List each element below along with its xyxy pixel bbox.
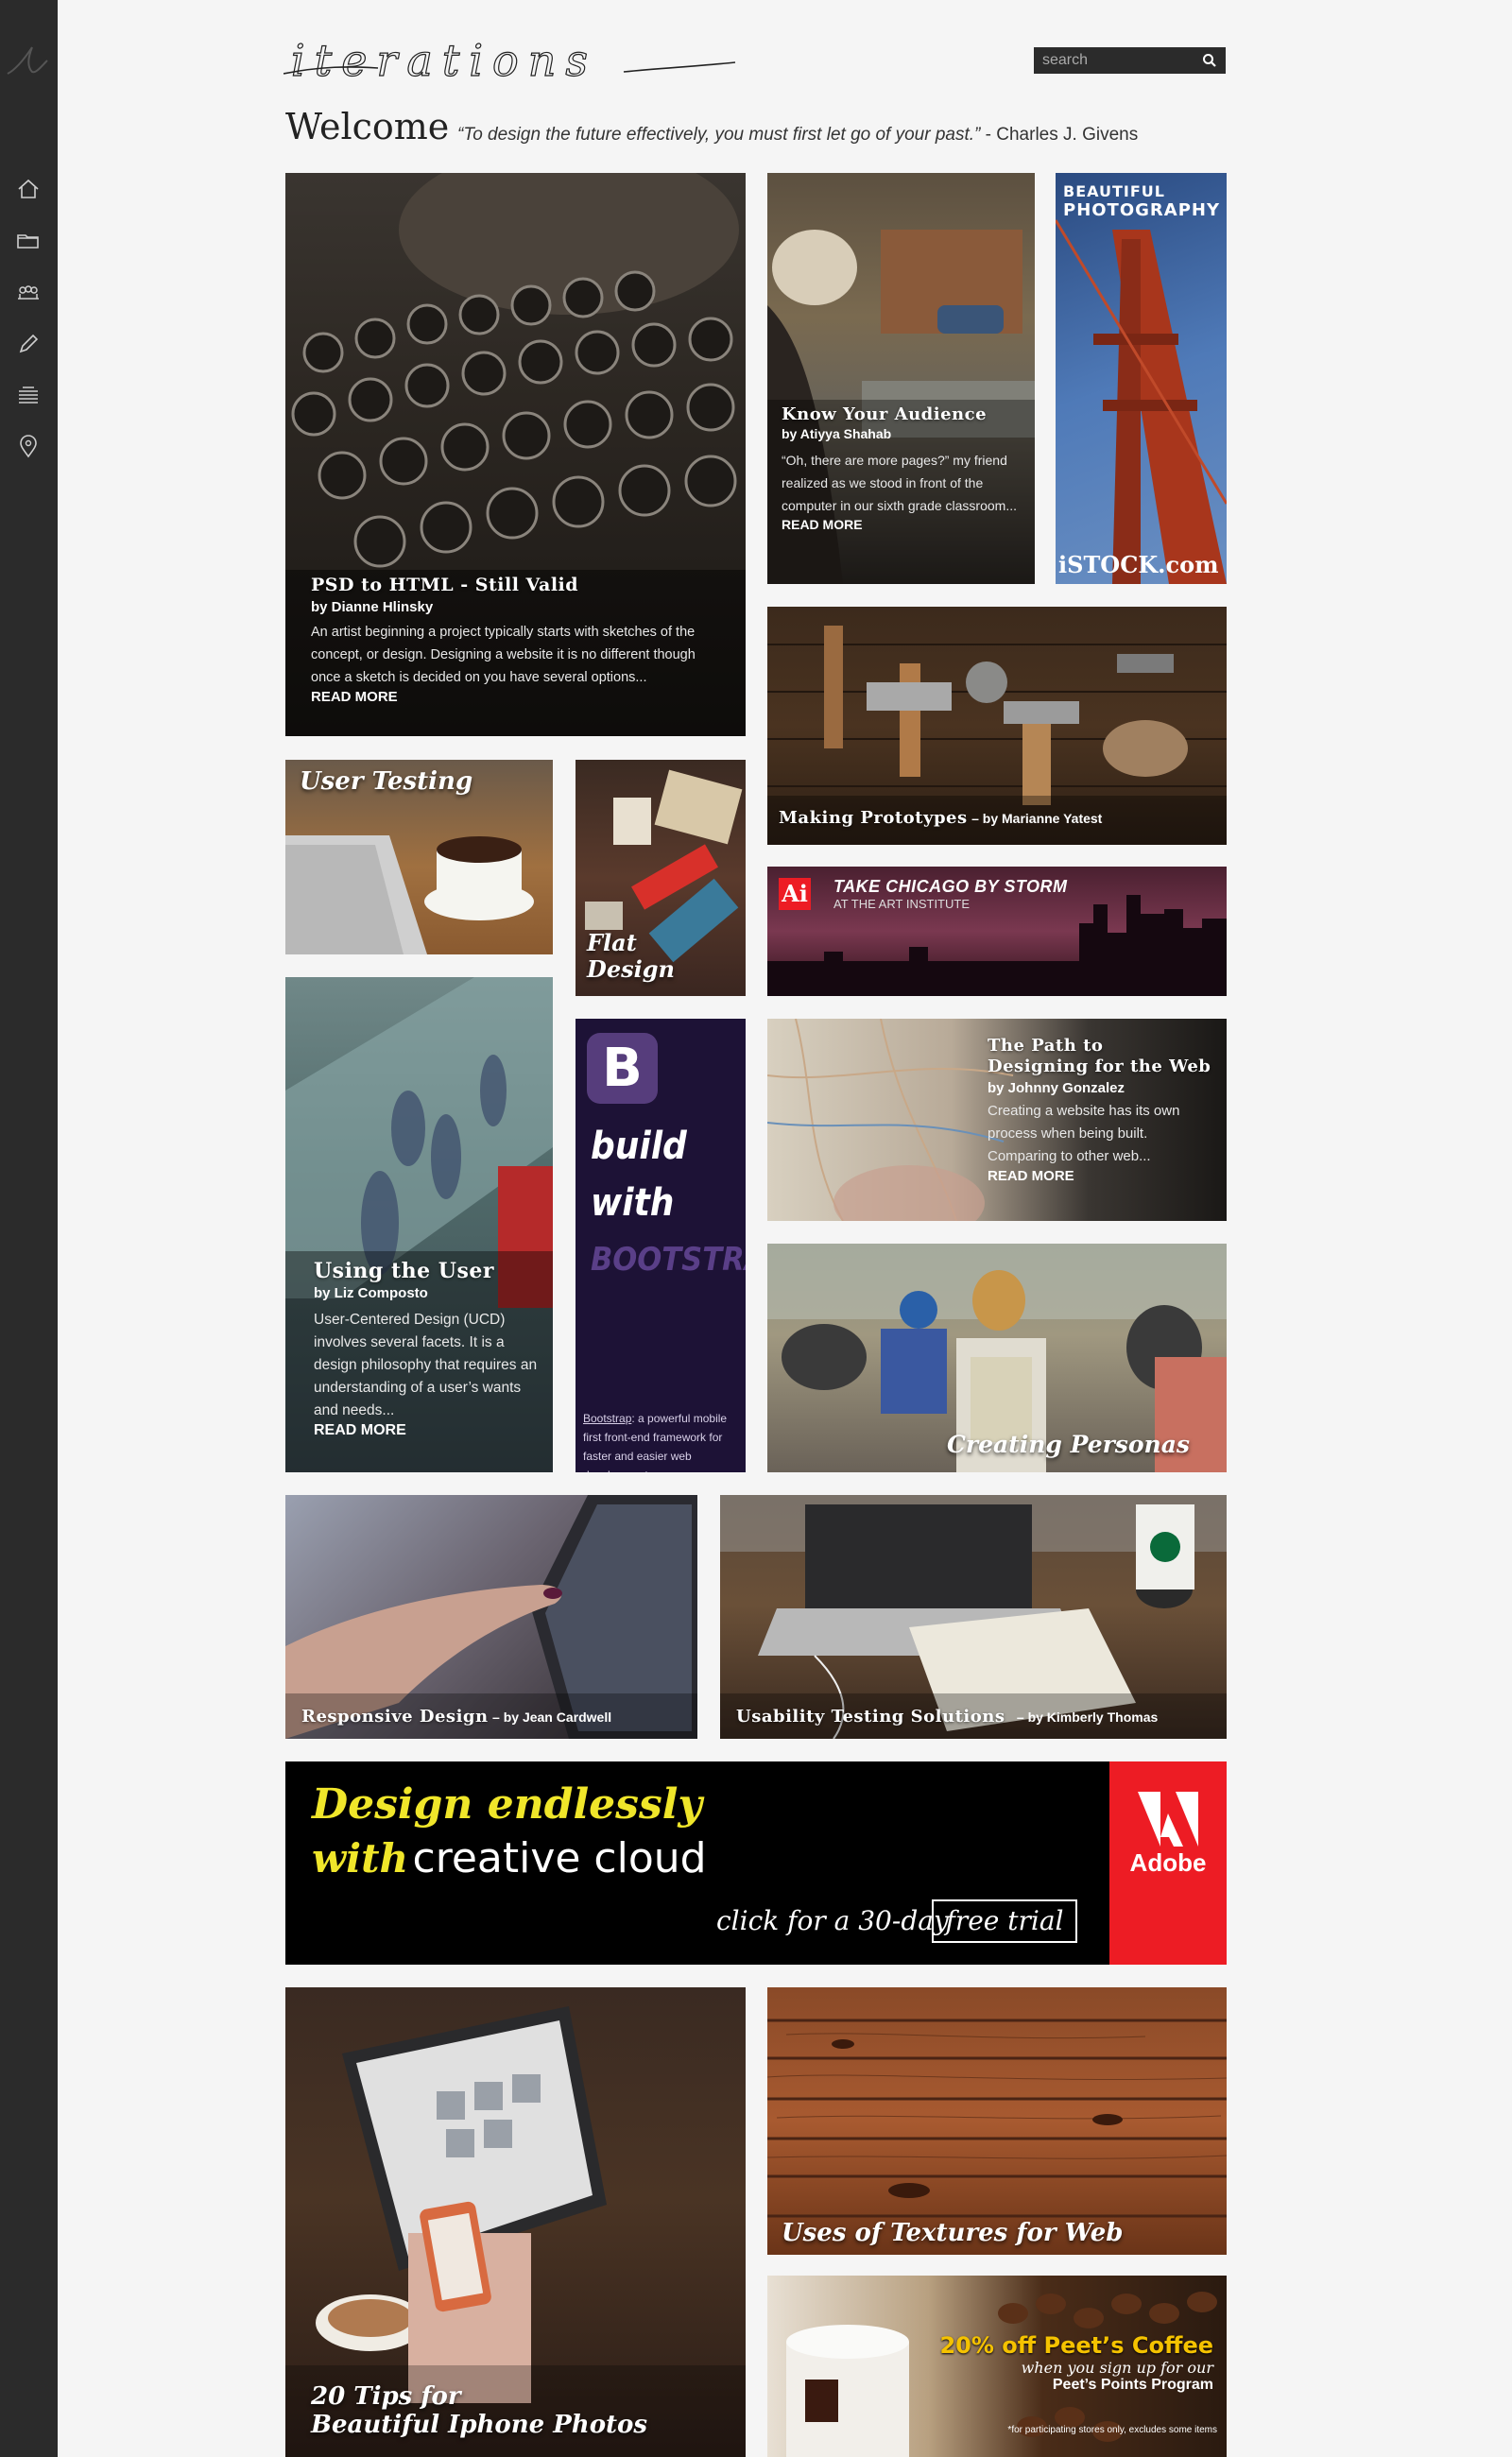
sidebar-logo-mark <box>7 46 48 75</box>
ai-logo: Ai <box>779 878 811 910</box>
adobe-click-text: click for a 30-day <box>716 1905 949 1936</box>
istock-line2: PHOTOGRAPHY <box>1063 200 1220 220</box>
article-tile-responsive-design[interactable]: Responsive Design – by Jean Cardwell <box>285 1495 697 1739</box>
tile-author: by Atiyya Shahab <box>782 426 892 441</box>
article-tile-creating-personas[interactable]: Creating Personas <box>767 1244 1227 1472</box>
welcome-heading: Welcome <box>285 106 450 147</box>
tile-title: User Testing <box>300 767 473 796</box>
logo-text: iterations <box>291 35 597 86</box>
location-pin-icon[interactable] <box>15 433 42 459</box>
tile-excerpt: Creating a website has its own process w… <box>988 1103 1180 1164</box>
read-more-link[interactable]: READ MORE <box>988 1168 1219 1184</box>
article-tile-user-testing[interactable]: User Testing <box>285 760 553 954</box>
pencil-icon[interactable] <box>15 331 42 357</box>
tile-title: Making Prototypes <box>779 808 968 828</box>
tile-excerpt: “Oh, there are more pages?” my friend re… <box>782 453 1017 513</box>
read-more-link[interactable]: READ MORE <box>314 1422 541 1439</box>
chicago-headline: TAKE CHICAGO BY STORM <box>833 877 1068 896</box>
tile-title-line2: Design <box>587 955 675 983</box>
adobe-brand: Adobe <box>1129 1848 1207 1877</box>
quote-author: - Charles J. Givens <box>985 125 1139 145</box>
article-tile-iphone-photos[interactable]: 20 Tips for Beautiful Iphone Photos <box>285 1987 746 2457</box>
peets-headline: 20% off Peet’s Coffee <box>939 2332 1213 2359</box>
istock-line1: BEAUTIFUL <box>1063 182 1165 200</box>
tile-title-line2: Designing for the Web <box>988 1057 1211 1076</box>
peets-program: Peet’s Points Program <box>1052 2377 1213 2393</box>
people-icon[interactable] <box>15 280 42 306</box>
adobe-creative-cloud: creative cloud <box>412 1834 707 1882</box>
bootstrap-line2: with <box>591 1181 675 1225</box>
read-more-link[interactable]: READ MORE <box>311 689 727 705</box>
read-more-link[interactable]: READ MORE <box>782 517 1022 532</box>
chicago-subline: AT THE ART INSTITUTE <box>833 897 970 911</box>
ad-tile-istock[interactable]: BEAUTIFUL PHOTOGRAPHY iSTOCK.com <box>1056 173 1227 584</box>
tile-author: by Johnny Gonzalez <box>988 1080 1125 1096</box>
tile-title: Using the User <box>314 1259 494 1283</box>
article-tile-textures[interactable]: Uses of Textures for Web <box>767 1987 1227 2255</box>
welcome-quote: “To design the future effectively, you m… <box>457 125 1138 146</box>
tile-title: Uses of Textures for Web <box>782 2219 1124 2247</box>
article-tile-making-prototypes[interactable]: Making Prototypes – by Marianne Yatest <box>767 607 1227 845</box>
tile-title-line2: Beautiful Iphone Photos <box>311 2411 648 2439</box>
ad-tile-art-institute-chicago[interactable]: Ai TAKE CHICAGO BY STORM AT THE ART INST… <box>767 867 1227 996</box>
tile-excerpt: An artist beginning a project typically … <box>311 625 696 685</box>
istock-brand: iSTOCK.com <box>1058 551 1219 578</box>
tile-title: PSD to HTML - Still Valid <box>311 575 579 595</box>
tile-title: Responsive Design <box>301 1707 489 1727</box>
tile-title: Know Your Audience <box>782 404 988 424</box>
tile-author: – by Jean Cardwell <box>492 1710 612 1725</box>
bootstrap-logo: B <box>587 1033 658 1104</box>
wood-texture <box>767 2019 1227 2218</box>
layers-icon[interactable] <box>15 382 42 408</box>
tile-title: Creating Personas <box>947 1431 1190 1458</box>
tile-title: Usability Testing Solutions <box>736 1707 1005 1727</box>
tile-author: – by Marianne Yatest <box>971 811 1103 826</box>
ad-banner-adobe-creative-cloud[interactable]: Design endlessly with creative cloud cli… <box>285 1761 1227 1965</box>
laptop-notebook-photo <box>720 1495 1227 1739</box>
article-tile-using-the-user[interactable]: Using the User by Liz Composto User-Cent… <box>285 977 553 1472</box>
tile-title-line1: The Path to <box>988 1036 1104 1056</box>
free-trial-button[interactable]: free trial <box>932 1899 1077 1943</box>
article-tile-path-to-designing[interactable]: The Path to Designing for the Web by Joh… <box>767 1019 1227 1221</box>
tile-author: by Liz Composto <box>314 1285 428 1301</box>
peets-subline: when you sign up for our <box>1021 2359 1213 2377</box>
search-icon[interactable] <box>1201 52 1218 69</box>
ad-tile-peets-coffee[interactable]: 20% off Peet’s Coffee when you sign up f… <box>767 2276 1227 2457</box>
bootstrap-line1: build <box>591 1125 687 1168</box>
adobe-headline: Design endlessly <box>312 1780 702 1829</box>
home-icon[interactable] <box>15 176 42 202</box>
sidebar <box>0 0 58 2457</box>
site-logo[interactable]: iterations <box>283 28 737 94</box>
article-tile-flat-design[interactable]: Flat Design <box>576 760 746 996</box>
article-tile-psd-to-html[interactable]: PSD to HTML - Still Valid by Dianne Hlin… <box>285 173 746 736</box>
tablet-touch-photo <box>285 1495 697 1739</box>
article-tile-usability-testing[interactable]: Usability Testing Solutions – by Kimberl… <box>720 1495 1227 1739</box>
adobe-logo: Adobe <box>1109 1761 1227 1965</box>
bootstrap-link[interactable]: Bootstrap <box>583 1412 631 1425</box>
search-box[interactable] <box>1034 47 1226 74</box>
tile-excerpt: User-Centered Design (UCD) involves seve… <box>314 1312 538 1418</box>
adobe-with: with <box>312 1835 409 1881</box>
article-tile-know-your-audience[interactable]: Know Your Audience by Atiyya Shahab “Oh,… <box>767 173 1035 584</box>
bootstrap-line3: BOOTSTRAP <box>591 1241 746 1279</box>
bridge-photo <box>1056 219 1227 584</box>
tile-author: by Dianne Hlinsky <box>311 599 434 615</box>
folder-icon[interactable] <box>15 228 42 254</box>
tile-title-line1: Flat <box>587 929 637 956</box>
quote-text: “To design the future effectively, you m… <box>457 125 981 145</box>
ad-tile-bootstrap[interactable]: B build with BOOTSTRAP Bootstrap: a powe… <box>576 1019 746 1472</box>
peets-fine-print: *for participating stores only, excludes… <box>1007 2425 1217 2435</box>
tile-author: – by Kimberly Thomas <box>1016 1710 1159 1725</box>
tile-title-line1: 20 Tips for <box>311 2382 461 2411</box>
search-input[interactable] <box>1042 52 1194 69</box>
